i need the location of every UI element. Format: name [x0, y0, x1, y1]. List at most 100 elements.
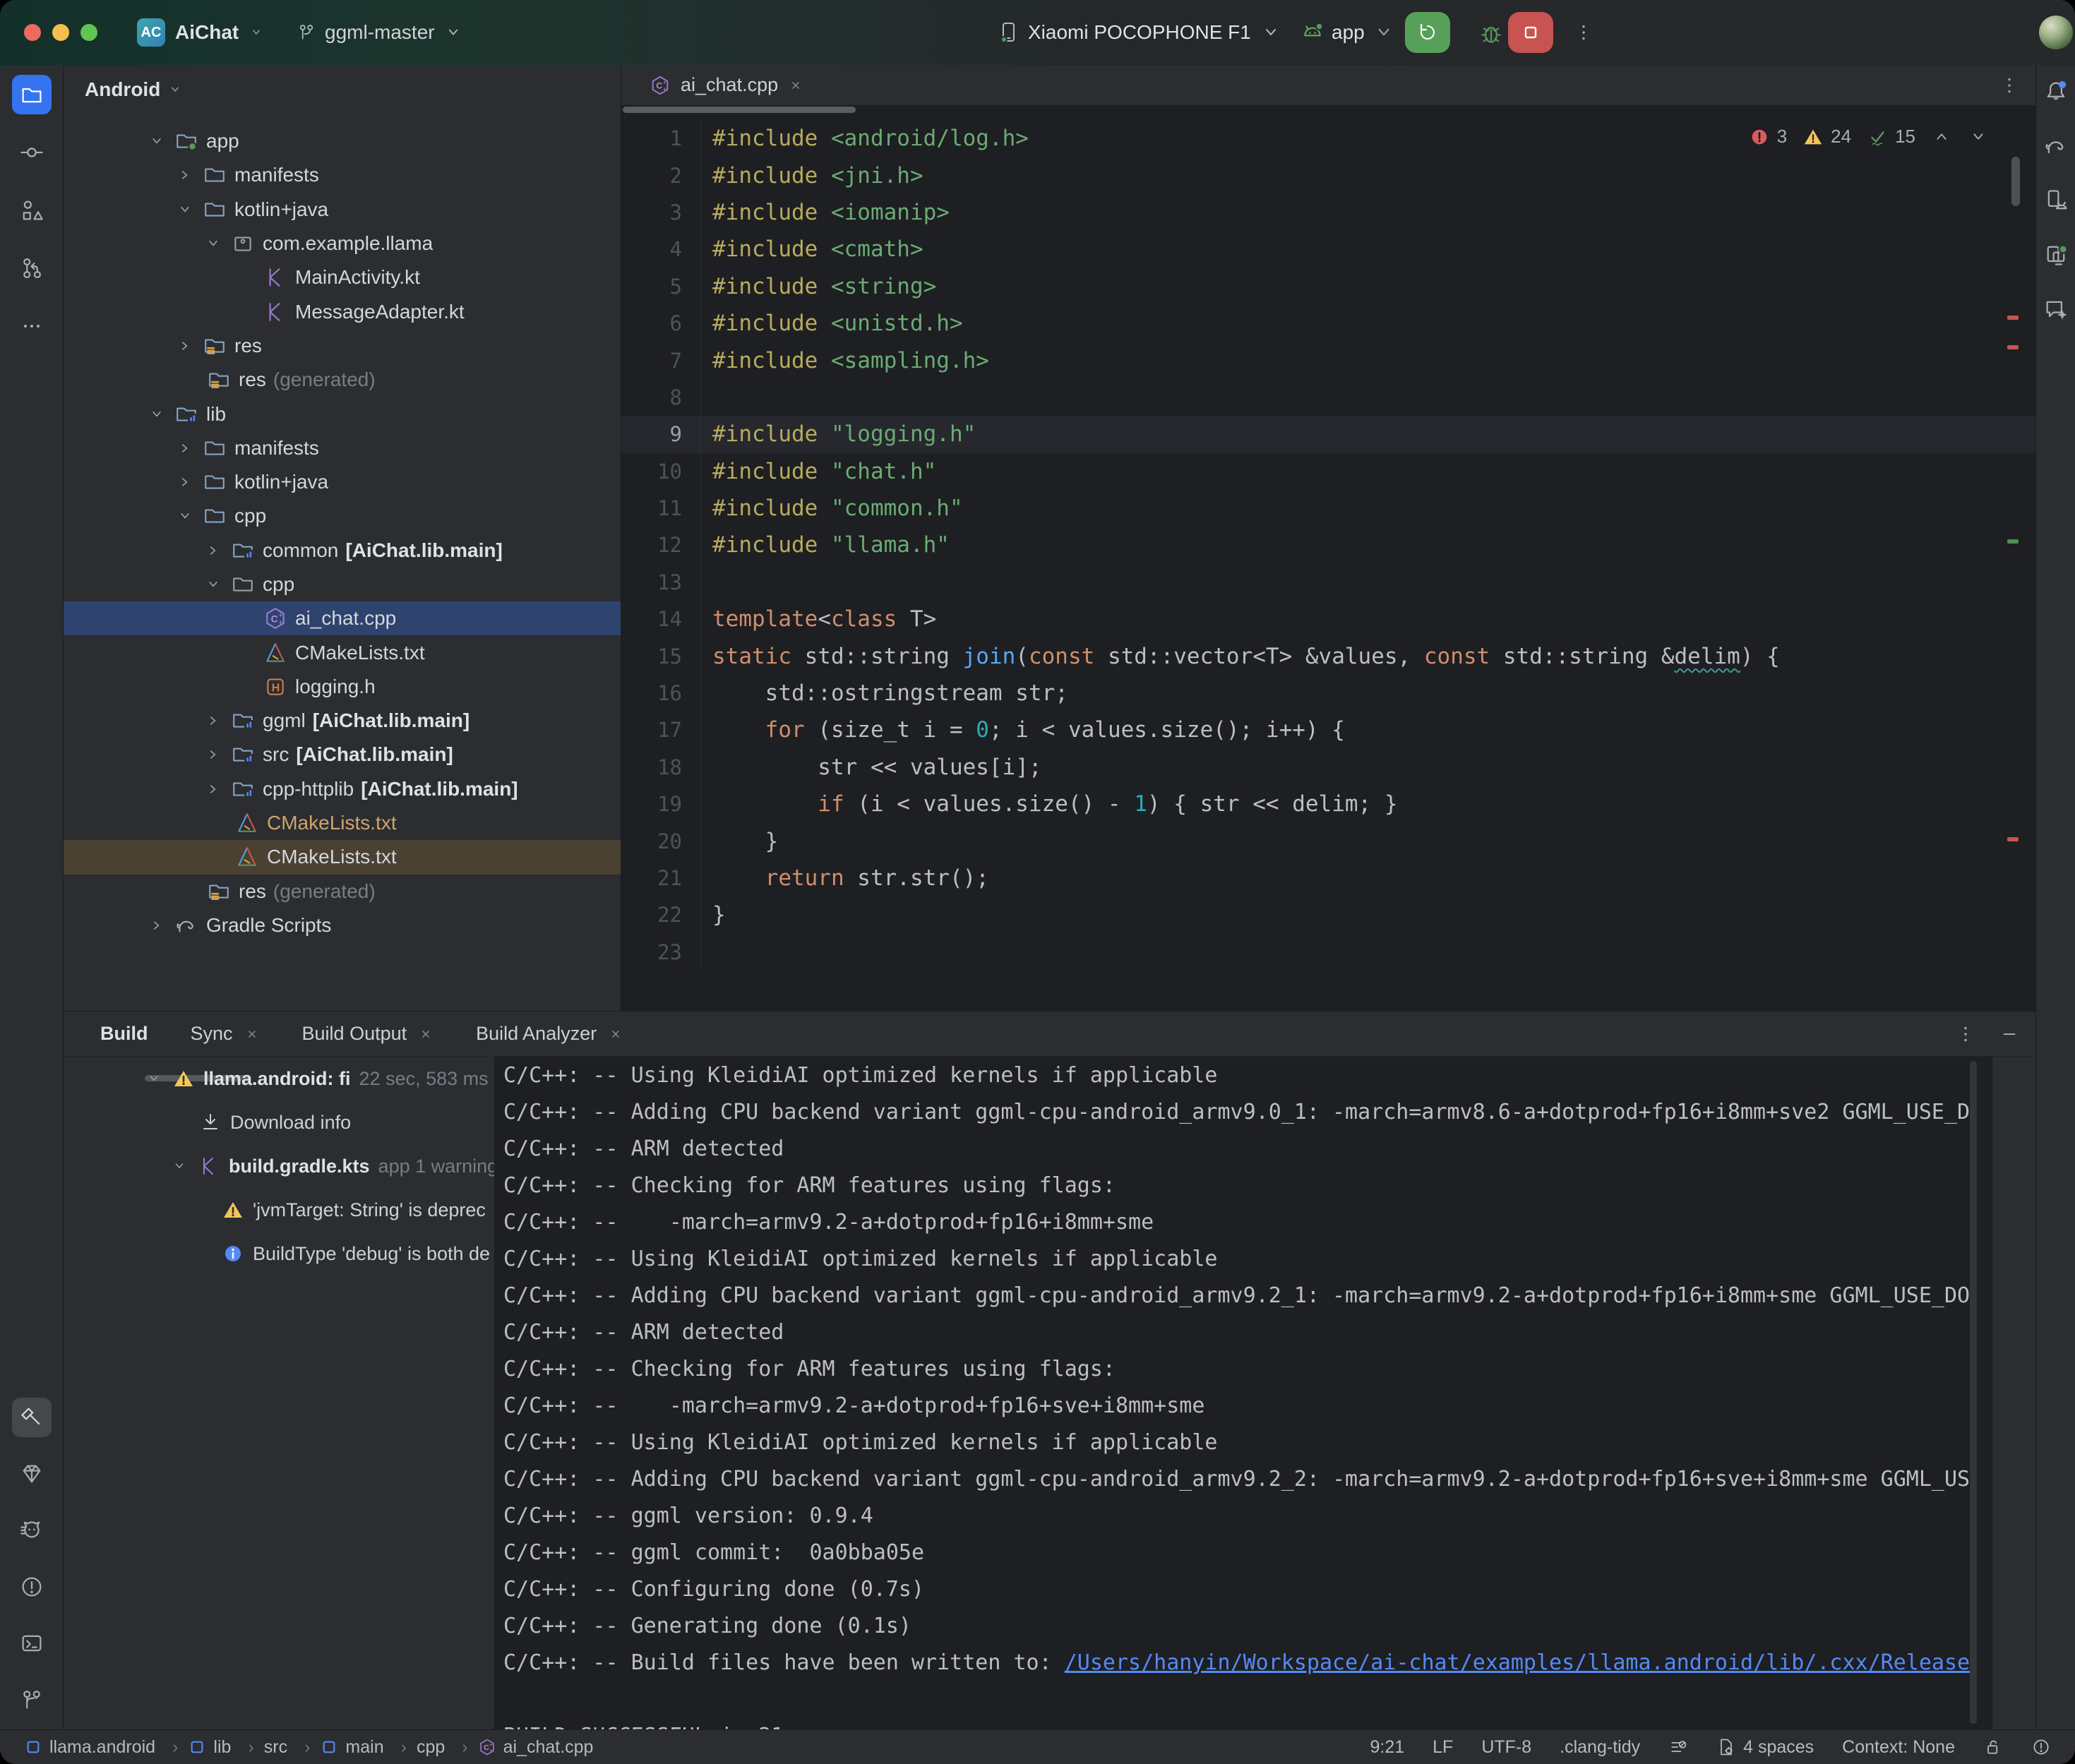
error-stripe-mark[interactable]: [2007, 316, 2019, 320]
tree-chevron-icon[interactable]: [199, 745, 227, 764]
rerun-button[interactable]: [1405, 12, 1450, 53]
tree-chevron-icon[interactable]: [199, 575, 227, 594]
build-options-button[interactable]: [1955, 1024, 1976, 1045]
console-scrollbar[interactable]: [1970, 1061, 1977, 1724]
next-problem-icon[interactable]: [1968, 126, 1989, 148]
tree-row[interactable]: kotlin+java: [64, 193, 621, 227]
console-toolbar-icon[interactable]: [2002, 1109, 2026, 1133]
status-widget[interactable]: [1983, 1737, 2003, 1757]
device-selector[interactable]: Xiaomi POCOPHONE F1: [997, 0, 1282, 65]
build-tree-row[interactable]: 'jvmTarget: String' is deprec: [120, 1188, 494, 1232]
tool-window-button[interactable]: [2036, 72, 2075, 112]
tool-window-button[interactable]: [12, 248, 52, 288]
tree-row[interactable]: MainActivity.kt: [64, 260, 621, 294]
tree-row[interactable]: app: [64, 124, 621, 158]
project-toolbar-icon[interactable]: [550, 79, 571, 100]
tree-row[interactable]: com.example.llama: [64, 227, 621, 260]
tool-window-button[interactable]: [12, 133, 52, 172]
project-toolbar-icon[interactable]: [436, 79, 457, 100]
project-toolbar-icon[interactable]: [474, 79, 495, 100]
tree-chevron-icon[interactable]: [165, 1158, 193, 1175]
tool-window-button[interactable]: [12, 1454, 52, 1494]
toolbar-action-icon[interactable]: [1922, 20, 1947, 45]
error-stripe-mark[interactable]: [2007, 837, 2019, 841]
build-tree-row[interactable]: Download info: [120, 1100, 494, 1144]
tree-row[interactable]: res (generated): [64, 875, 621, 908]
tool-window-button[interactable]: [12, 306, 52, 346]
project-toolbar-icon[interactable]: [397, 79, 419, 100]
status-widget[interactable]: LF: [1433, 1737, 1453, 1758]
editor-horizontal-scrollbar[interactable]: [623, 107, 856, 113]
prev-problem-icon[interactable]: [1931, 126, 1952, 148]
build-tab[interactable]: Build Output: [281, 1012, 455, 1057]
close-icon[interactable]: [788, 78, 803, 93]
build-tree-row[interactable]: build.gradle.kts app 1 warning: [120, 1144, 494, 1188]
stop-button[interactable]: [1508, 12, 1553, 53]
tree-row[interactable]: manifests: [64, 431, 621, 465]
tree-chevron-icon[interactable]: [143, 405, 171, 424]
close-icon[interactable]: [608, 1026, 623, 1042]
tool-window-button[interactable]: [12, 1511, 52, 1550]
window-minimize-button[interactable]: [52, 24, 69, 41]
tree-chevron-icon[interactable]: [199, 780, 227, 798]
tree-chevron-icon[interactable]: [199, 712, 227, 730]
build-toolbar-icon[interactable]: [80, 1196, 104, 1220]
error-stripe-mark[interactable]: [2007, 345, 2019, 349]
toolbar-action-icon[interactable]: [1690, 20, 1716, 45]
run-configuration-selector[interactable]: app: [1300, 0, 1396, 65]
status-widget[interactable]: 4 spaces: [1716, 1737, 1814, 1758]
toolbar-action-icon[interactable]: [1632, 20, 1658, 45]
tree-row[interactable]: kotlin+java: [64, 465, 621, 499]
tree-chevron-icon[interactable]: [171, 507, 199, 525]
vcs-stripe-mark[interactable]: [2007, 539, 2019, 544]
status-widget[interactable]: UTF-8: [1481, 1737, 1531, 1758]
tree-row[interactable]: C++ ai_chat.cpp: [64, 601, 621, 635]
more-actions-button[interactable]: [1573, 22, 1594, 43]
project-selector[interactable]: AC AiChat: [137, 0, 264, 65]
editor-scrollbar-thumb[interactable]: [2011, 157, 2020, 206]
tree-chevron-icon[interactable]: [171, 439, 199, 457]
tree-chevron-icon[interactable]: [199, 234, 227, 253]
tool-window-button[interactable]: [2036, 181, 2075, 220]
tab-options-button[interactable]: [1999, 75, 2020, 96]
status-widget[interactable]: Context: None: [1842, 1737, 1955, 1758]
tree-chevron-icon[interactable]: [199, 541, 227, 560]
tree-chevron-icon[interactable]: [171, 337, 199, 355]
project-toolbar-icon[interactable]: [588, 79, 609, 100]
breadcrumb-item[interactable]: C++ ai_chat.cpp: [478, 1737, 601, 1758]
status-widget[interactable]: .clang-tidy: [1560, 1737, 1640, 1758]
build-toolbar-icon[interactable]: [80, 1154, 104, 1178]
tool-window-button[interactable]: [12, 191, 52, 230]
tree-row[interactable]: lib: [64, 397, 621, 431]
tool-window-button[interactable]: [2036, 126, 2075, 166]
editor-tab[interactable]: C++ ai_chat.cpp: [621, 65, 822, 106]
build-tree-row[interactable]: llama.android: fi 22 sec, 583 ms: [120, 1057, 494, 1100]
breadcrumb-item[interactable]: llama.android: [24, 1737, 188, 1758]
vcs-branch-selector[interactable]: ggml-master: [297, 0, 463, 65]
tree-chevron-icon[interactable]: [171, 166, 199, 184]
tool-window-button[interactable]: [12, 1624, 52, 1663]
code-viewport[interactable]: 1 #include <android/log.h> 2 #include <j…: [621, 120, 2035, 971]
tree-row[interactable]: H logging.h: [64, 670, 621, 704]
tree-row[interactable]: CMakeLists.txt: [64, 840, 621, 874]
close-icon[interactable]: [244, 1026, 260, 1042]
status-widget[interactable]: 9:21: [1370, 1737, 1404, 1758]
tree-chevron-icon[interactable]: [171, 473, 199, 491]
breadcrumb-item[interactable]: main: [320, 1737, 417, 1758]
tool-window-button[interactable]: [2036, 289, 2075, 329]
toolbar-action-icon[interactable]: [1980, 20, 2005, 45]
inspections-widget[interactable]: 3 24 15: [1749, 126, 1989, 148]
tool-window-button[interactable]: [12, 1398, 52, 1437]
tree-row[interactable]: CMakeLists.txt: [64, 806, 621, 840]
breadcrumb-item[interactable]: cpp: [417, 1737, 478, 1758]
hide-panel-button[interactable]: [1999, 1024, 2020, 1045]
breadcrumb-item[interactable]: src: [264, 1737, 321, 1758]
tree-row[interactable]: cpp: [64, 568, 621, 601]
user-avatar[interactable]: [2039, 16, 2073, 49]
tree-row[interactable]: MessageAdapter.kt: [64, 294, 621, 328]
build-tab[interactable]: Build: [79, 1012, 169, 1057]
build-tab[interactable]: Build Analyzer: [455, 1012, 645, 1057]
toolbar-action-icon[interactable]: [1748, 20, 1774, 45]
tree-row[interactable]: cpp-httplib [AiChat.lib.main]: [64, 772, 621, 806]
tree-row[interactable]: res (generated): [64, 363, 621, 397]
